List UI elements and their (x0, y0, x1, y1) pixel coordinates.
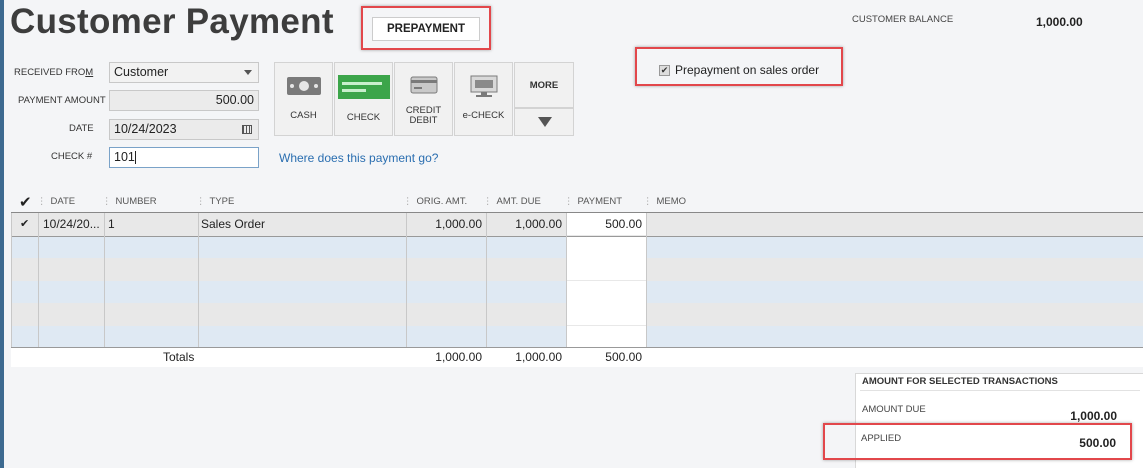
column-header-amt-due[interactable]: ⋮ AMT. DUE (483, 196, 541, 207)
table-row-empty[interactable] (11, 258, 1143, 281)
window-left-edge (0, 0, 4, 468)
row-number: 1 (108, 217, 115, 231)
row-amt-due: 1,000.00 (515, 217, 562, 231)
payment-amount-label: PAYMENT AMOUNT (18, 95, 106, 106)
more-dropdown-button[interactable] (514, 108, 574, 136)
cash-label: CASH (290, 110, 317, 121)
table-row-empty[interactable] (11, 235, 1143, 259)
applied-value: 500.00 (1079, 436, 1116, 450)
cash-icon (287, 77, 321, 95)
table-row-empty[interactable] (11, 326, 1143, 347)
column-divider (486, 213, 487, 347)
check-icon (338, 75, 390, 99)
check-number-field[interactable]: 101 (109, 147, 259, 168)
customer-balance-value: 1,000.00 (1036, 15, 1083, 29)
column-header-payment[interactable]: ⋮ PAYMENT (564, 196, 622, 207)
row-type: Sales Order (201, 217, 266, 231)
applied-highlight: APPLIED 500.00 (823, 423, 1132, 460)
transactions-table: ✔ 10/24/20... 1 Sales Order 1,000.00 1,0… (11, 212, 1143, 367)
amount-due-value: 1,000.00 (1070, 409, 1117, 423)
column-divider (646, 213, 647, 347)
chevron-down-icon (244, 70, 252, 75)
column-header-check[interactable]: ✔ (19, 193, 32, 211)
payment-method-credit-debit[interactable]: CREDIT DEBIT (394, 62, 453, 136)
received-from-label: RECEIVED FROM (14, 67, 94, 78)
amount-due-label: AMOUNT DUE (862, 404, 926, 415)
row-checkmark[interactable]: ✔ (20, 217, 29, 230)
totals-payment: 500.00 (605, 350, 642, 364)
totals-amt-due: 1,000.00 (515, 350, 562, 364)
prepayment-sales-order-label: Prepayment on sales order (675, 63, 820, 77)
triangle-down-icon (538, 117, 552, 127)
payment-cell-empty[interactable] (567, 236, 647, 259)
credit-debit-label: CREDIT DEBIT (405, 105, 442, 126)
applied-label: APPLIED (861, 433, 902, 444)
row-orig-amt: 1,000.00 (435, 217, 482, 231)
panel-title: AMOUNT FOR SELECTED TRANSACTIONS (862, 376, 1058, 387)
check-number-label: CHECK # (51, 151, 93, 162)
totals-row: Totals 1,000.00 1,000.00 500.00 (11, 347, 1143, 367)
payment-cell-empty[interactable] (567, 280, 647, 303)
calendar-icon[interactable] (242, 125, 252, 134)
date-label: DATE (69, 123, 94, 134)
payment-cell-empty[interactable] (567, 258, 647, 281)
row-date: 10/24/20... (43, 217, 100, 231)
echeck-icon (470, 75, 498, 97)
payment-amount-field[interactable]: 500.00 (109, 90, 259, 111)
payment-method-check[interactable]: CHECK (334, 62, 393, 136)
row-payment[interactable]: 500.00 (567, 217, 642, 231)
payment-cell-empty[interactable] (567, 303, 647, 326)
prepayment-highlight: PREPAYMENT (361, 6, 491, 50)
column-header-memo[interactable]: ⋮ MEMO (643, 196, 686, 207)
credit-card-icon (410, 76, 438, 94)
totals-orig-amt: 1,000.00 (435, 350, 482, 364)
column-header-number[interactable]: ⋮ NUMBER (102, 196, 157, 207)
column-divider (566, 213, 567, 347)
date-field[interactable]: 10/24/2023 (109, 119, 259, 140)
payment-cell-empty[interactable] (567, 326, 647, 347)
table-row-empty[interactable] (11, 303, 1143, 326)
received-from-dropdown[interactable]: Customer (109, 62, 259, 83)
panel-divider (860, 390, 1140, 391)
column-divider (104, 213, 105, 347)
prepayment-sales-order-checkbox[interactable]: ✔ (659, 65, 670, 76)
table-row[interactable]: ✔ 10/24/20... 1 Sales Order 1,000.00 1,0… (11, 213, 1143, 236)
column-divider (198, 213, 199, 347)
customer-balance-label: CUSTOMER BALANCE (852, 14, 954, 25)
prepayment-sales-order-highlight: ✔ Prepayment on sales order (635, 47, 843, 86)
payment-method-echeck[interactable]: e-CHECK (454, 62, 513, 136)
column-header-date[interactable]: ⋮ DATE (37, 196, 75, 207)
more-button[interactable]: MORE (514, 62, 574, 108)
page-title: Customer Payment (10, 2, 334, 41)
column-divider (11, 213, 12, 347)
column-divider (406, 213, 407, 347)
column-header-orig-amt[interactable]: ⋮ ORIG. AMT. (403, 196, 467, 207)
prepayment-button[interactable]: PREPAYMENT (372, 17, 480, 41)
totals-label: Totals (163, 350, 195, 364)
column-header-type[interactable]: ⋮ TYPE (196, 196, 234, 207)
column-divider (38, 213, 39, 347)
payment-method-cash[interactable]: CASH (274, 62, 333, 136)
table-row-empty[interactable] (11, 280, 1143, 304)
echeck-label: e-CHECK (462, 110, 505, 121)
check-label: CHECK (346, 112, 381, 123)
where-does-payment-go-link[interactable]: Where does this payment go? (279, 151, 438, 165)
